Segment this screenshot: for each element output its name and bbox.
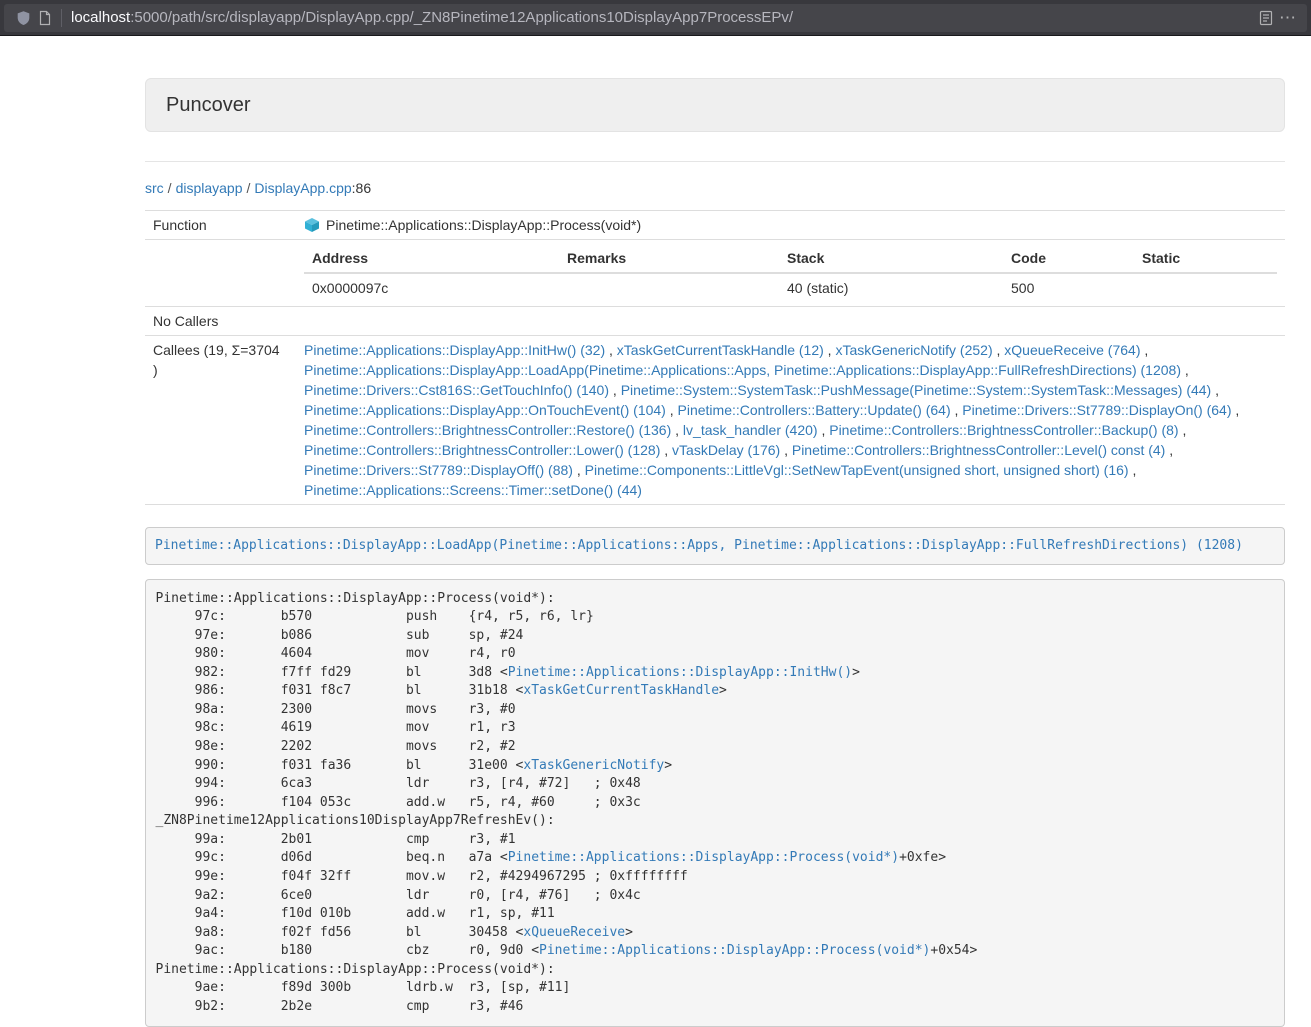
no-callers-row: No Callers [145, 307, 1285, 336]
symbol-table: Function Pinetime::Applications::Display… [145, 210, 1285, 505]
address-table: Address Remarks Stack Code Static 0x0000… [304, 244, 1277, 302]
browser-toolbar: localhost:5000/path/src/displayapp/Displ… [0, 0, 1311, 36]
stack-cell: 40 (static) [779, 273, 1003, 302]
callee-separator: , [824, 342, 836, 358]
function-row-label: Function [145, 211, 296, 240]
details-cell: Address Remarks Stack Code Static 0x0000… [296, 240, 1285, 307]
callee-link[interactable]: Pinetime::Drivers::Cst816S::GetTouchInfo… [304, 382, 609, 398]
asm-symbol-link[interactable]: xTaskGetCurrentTaskHandle [523, 683, 719, 698]
highlighted-callee-link[interactable]: Pinetime::Applications::DisplayApp::Load… [155, 538, 1243, 553]
callee-link[interactable]: vTaskDelay (176) [672, 442, 780, 458]
url-text[interactable]: localhost:5000/path/src/displayapp/Displ… [71, 9, 1255, 26]
callee-separator: , [1165, 442, 1173, 458]
callees-row: Callees (19, Σ=3704 ) Pinetime::Applicat… [145, 336, 1285, 505]
page-container: Puncover src/displayapp/DisplayApp.cpp:8… [145, 78, 1285, 1027]
asm-symbol-link[interactable]: xTaskGenericNotify [523, 758, 664, 773]
callee-link[interactable]: Pinetime::Controllers::BrightnessControl… [304, 422, 671, 438]
col-header-remarks: Remarks [559, 244, 779, 273]
callee-link[interactable]: xQueueReceive (764) [1004, 342, 1140, 358]
no-callers-label: No Callers [145, 307, 296, 336]
callee-separator: , [1129, 462, 1137, 478]
function-name-cell: Pinetime::Applications::DisplayApp::Proc… [296, 211, 1285, 240]
callee-separator: , [993, 342, 1005, 358]
page-info-icon[interactable] [34, 7, 56, 29]
highlighted-callee-box: Pinetime::Applications::DisplayApp::Load… [145, 527, 1285, 565]
callee-separator: , [1179, 422, 1187, 438]
callee-separator: , [605, 342, 617, 358]
asm-symbol-link[interactable]: Pinetime::Applications::DisplayApp::Proc… [508, 850, 899, 865]
col-header-code: Code [1003, 244, 1134, 273]
address-cell: 0x0000097c [304, 273, 559, 302]
function-type-icon [304, 217, 320, 233]
no-callers-cell [296, 307, 1285, 336]
callee-separator: , [1211, 382, 1219, 398]
callee-link[interactable]: lv_task_handler (420) [683, 422, 818, 438]
page-header: Puncover [145, 78, 1285, 132]
callee-link[interactable]: Pinetime::Controllers::BrightnessControl… [829, 422, 1178, 438]
function-row: Function Pinetime::Applications::Display… [145, 211, 1285, 240]
address-table-data-row: 0x0000097c 40 (static) 500 [304, 273, 1277, 302]
callee-link[interactable]: Pinetime::Applications::DisplayApp::OnTo… [304, 402, 666, 418]
url-host: localhost [71, 9, 130, 26]
breadcrumb: src/displayapp/DisplayApp.cpp:86 [145, 178, 1285, 198]
callee-link[interactable]: Pinetime::Components::LittleVgl::SetNewT… [585, 462, 1129, 478]
callee-link[interactable]: xTaskGenericNotify (252) [835, 342, 992, 358]
callee-separator: , [666, 402, 678, 418]
code-cell: 500 [1003, 273, 1134, 302]
callee-link[interactable]: xTaskGetCurrentTaskHandle (12) [617, 342, 824, 358]
breadcrumb-separator: / [168, 180, 172, 196]
reader-mode-icon[interactable] [1255, 7, 1277, 29]
address-table-header-row: Address Remarks Stack Code Static [304, 244, 1277, 273]
identity-separator [61, 9, 62, 27]
tracking-protection-shield-icon[interactable] [12, 7, 34, 29]
details-row: Address Remarks Stack Code Static 0x0000… [145, 240, 1285, 307]
callee-separator: , [780, 442, 792, 458]
col-header-stack: Stack [779, 244, 1003, 273]
static-cell [1134, 273, 1277, 302]
callee-link[interactable]: Pinetime::Drivers::St7789::DisplayOff() … [304, 462, 573, 478]
url-bar[interactable]: localhost:5000/path/src/displayapp/Displ… [4, 4, 1307, 32]
col-header-static: Static [1134, 244, 1277, 273]
callee-link[interactable]: Pinetime::Drivers::St7789::DisplayOn() (… [962, 402, 1231, 418]
breadcrumb-separator: / [247, 180, 251, 196]
callee-link[interactable]: Pinetime::Applications::DisplayApp::Load… [304, 362, 1181, 378]
page-actions-icon[interactable]: ⋯ [1277, 7, 1299, 29]
callee-link[interactable]: Pinetime::Controllers::BrightnessControl… [304, 442, 660, 458]
remarks-cell [559, 273, 779, 302]
callee-link[interactable]: Pinetime::Controllers::BrightnessControl… [792, 442, 1165, 458]
callee-separator: , [1181, 362, 1189, 378]
breadcrumb-line-number: :86 [352, 180, 371, 196]
callee-link[interactable]: Pinetime::System::SystemTask::PushMessag… [621, 382, 1212, 398]
disassembly: Pinetime::Applications::DisplayApp::Proc… [145, 579, 1285, 1027]
callee-separator: , [573, 462, 585, 478]
callee-separator: , [671, 422, 683, 438]
callee-separator: , [660, 442, 672, 458]
col-header-address: Address [304, 244, 559, 273]
asm-symbol-link[interactable]: Pinetime::Applications::DisplayApp::Init… [508, 665, 852, 680]
callee-separator: , [951, 402, 963, 418]
asm-symbol-link[interactable]: xQueueReceive [523, 925, 625, 940]
divider [145, 161, 1285, 162]
callees-list: Pinetime::Applications::DisplayApp::Init… [296, 336, 1285, 505]
callee-separator: , [818, 422, 830, 438]
url-path: :5000/path/src/displayapp/DisplayApp.cpp… [130, 9, 793, 26]
details-row-label [145, 240, 296, 307]
callee-separator: , [1232, 402, 1240, 418]
page-title: Puncover [166, 94, 251, 116]
callee-link[interactable]: Pinetime::Applications::Screens::Timer::… [304, 482, 642, 498]
function-name: Pinetime::Applications::DisplayApp::Proc… [326, 217, 641, 233]
breadcrumb-link-src[interactable]: src [145, 180, 164, 196]
callee-link[interactable]: Pinetime::Applications::DisplayApp::Init… [304, 342, 605, 358]
callee-separator: , [1140, 342, 1148, 358]
callee-link[interactable]: Pinetime::Controllers::Battery::Update()… [678, 402, 951, 418]
breadcrumb-link-displayapp[interactable]: displayapp [176, 180, 243, 196]
callees-label: Callees (19, Σ=3704 ) [145, 336, 296, 505]
callee-separator: , [609, 382, 621, 398]
breadcrumb-link-file[interactable]: DisplayApp.cpp [254, 180, 351, 196]
asm-symbol-link[interactable]: Pinetime::Applications::DisplayApp::Proc… [539, 943, 930, 958]
